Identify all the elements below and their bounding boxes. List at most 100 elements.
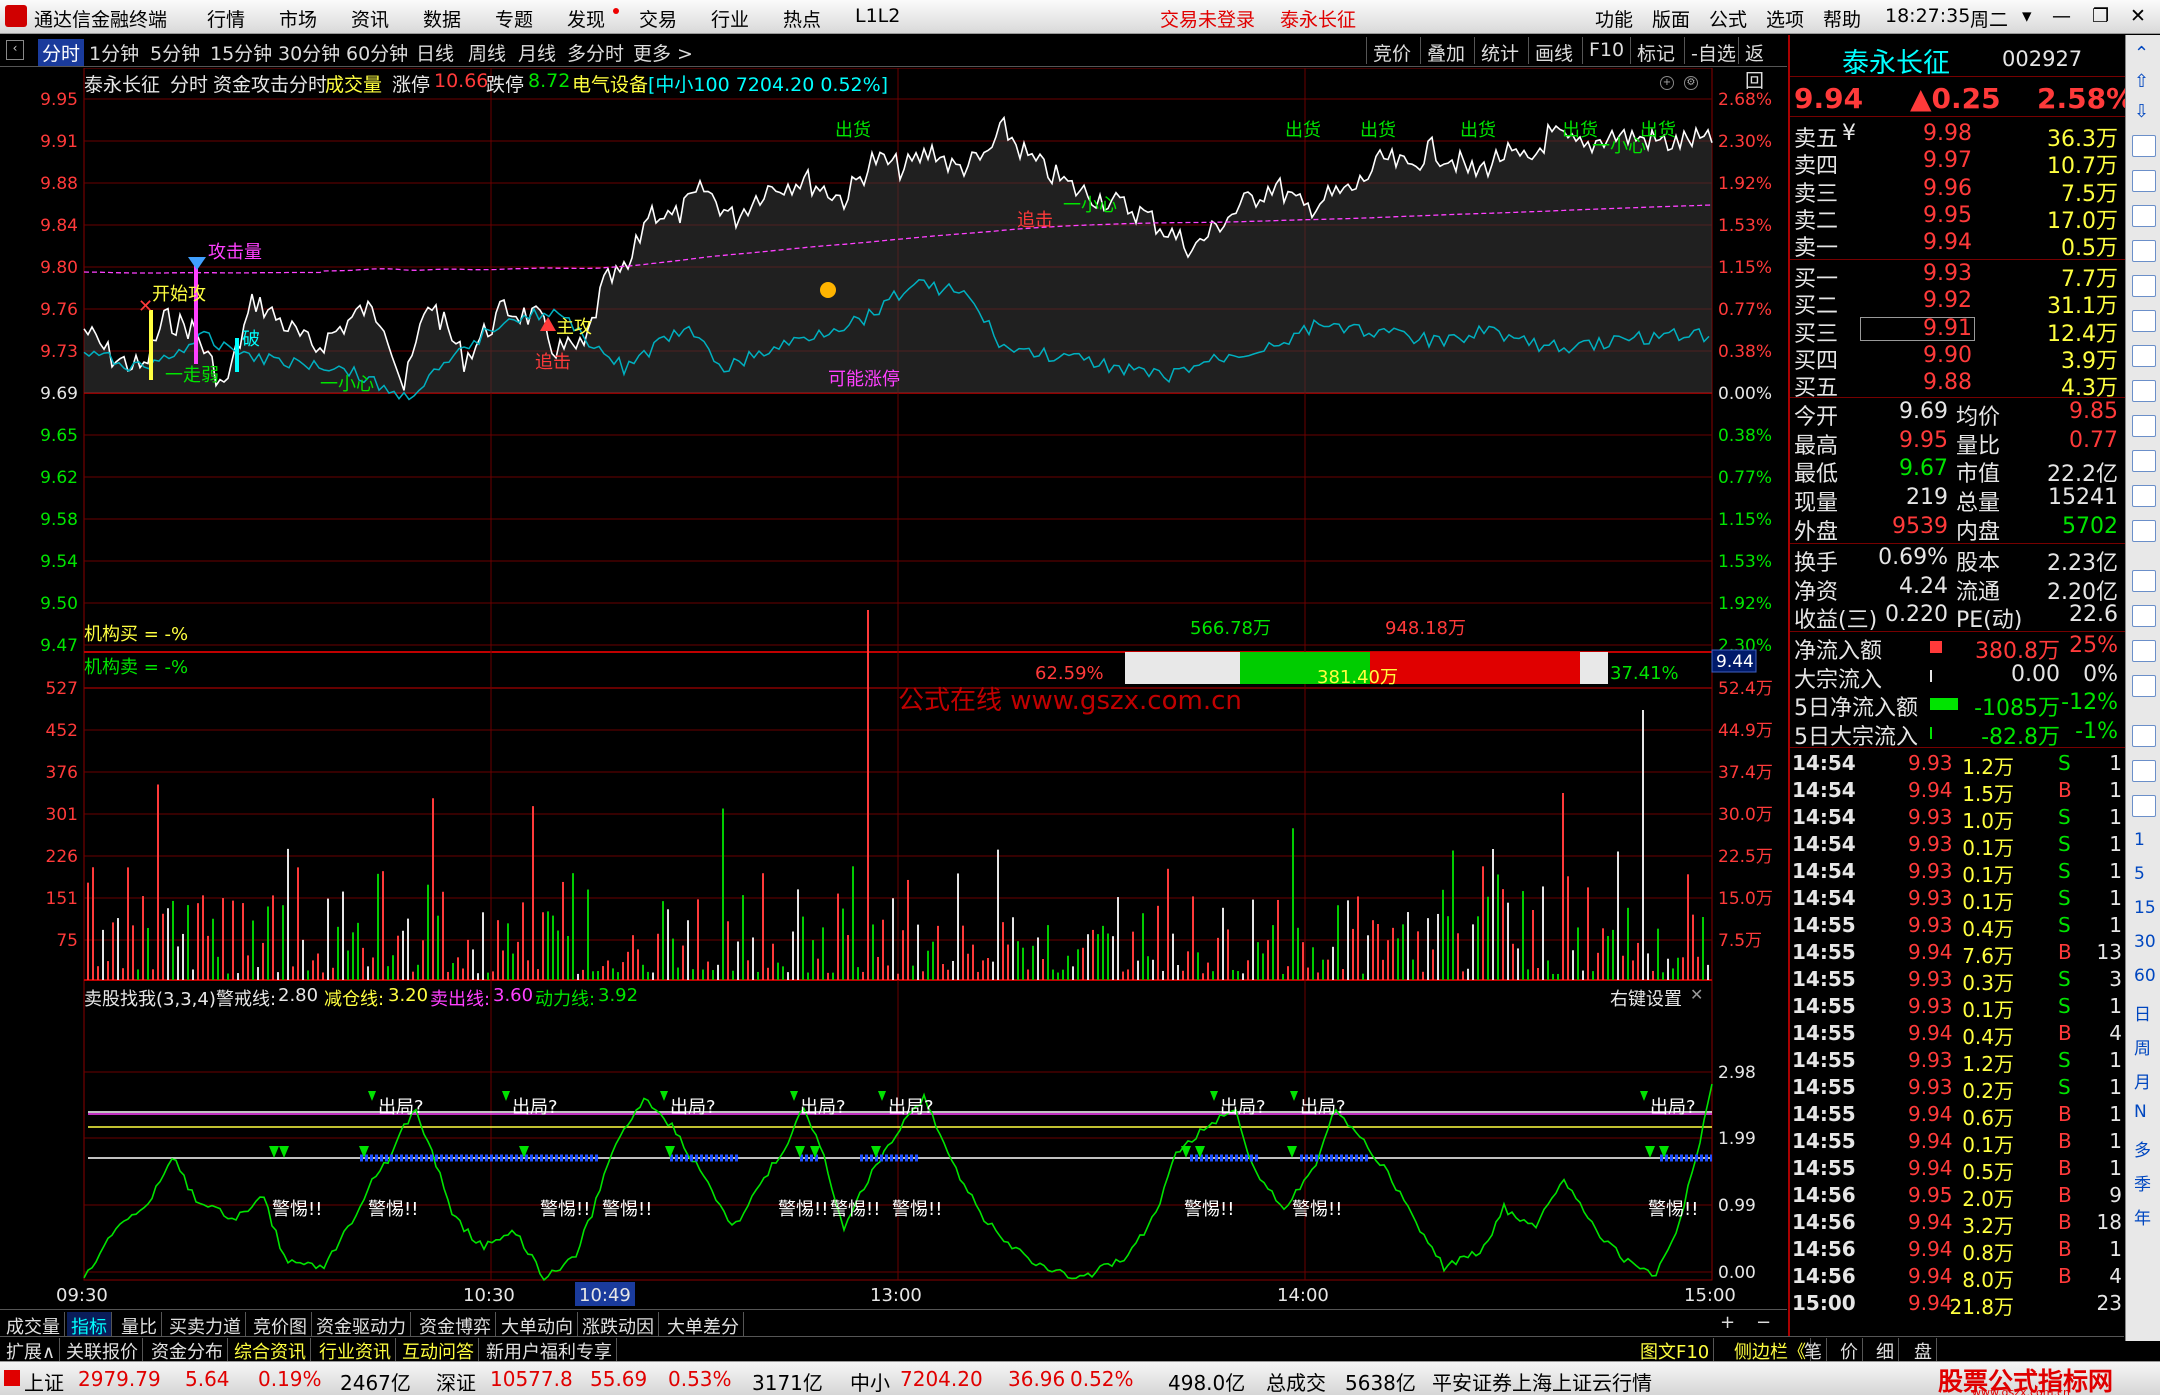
menu-item-redian[interactable]: 热点 [783, 5, 821, 32]
f5-icon[interactable] [2132, 725, 2156, 747]
collapse-left-icon[interactable]: ‹ [6, 40, 24, 60]
menu-item-hangqing[interactable]: 行情 [207, 5, 245, 32]
menu-item-zixun[interactable]: 资讯 [351, 5, 389, 32]
settings-icon[interactable]: ⚙ [1684, 76, 1698, 90]
indicator-tab-3[interactable]: 买卖力道 [165, 1312, 246, 1338]
restore-icon[interactable]: ❐ [2092, 5, 2109, 27]
side-period-11[interactable]: 年 [2134, 1204, 2151, 1229]
ask-row[interactable]: 卖四 9.97 10.7万 [1790, 148, 2126, 179]
indicator-close-icon[interactable]: ✕ [1690, 985, 1703, 1004]
tick-row[interactable]: 14:55 9.93 0.4万 S 1 [1790, 913, 2126, 941]
tool-biaoji[interactable]: 标记 [1630, 37, 1681, 65]
tick-row[interactable]: 14:56 9.94 3.2万 B 18 [1790, 1210, 2126, 1238]
period-tab-day[interactable]: 日线 [416, 39, 454, 66]
tick-row[interactable]: 14:56 9.94 0.8万 B 1 [1790, 1237, 2126, 1265]
period-tab-month[interactable]: 月线 [518, 39, 556, 66]
tick-row[interactable]: 14:54 9.93 1.0万 S 1 [1790, 805, 2126, 833]
sz-label[interactable]: 深证 [436, 1367, 476, 1395]
tick-row[interactable]: 14:55 9.93 1.2万 S 1 [1790, 1048, 2126, 1076]
news-icon[interactable] [2132, 380, 2156, 402]
minimize-icon[interactable]: — [2052, 5, 2071, 27]
menu-item-zhuanti[interactable]: 专题 [495, 5, 533, 32]
table-icon[interactable] [2132, 275, 2156, 297]
tick-row[interactable]: 14:54 9.93 1.2万 S 1 [1790, 751, 2126, 779]
menu-item-shuju[interactable]: 数据 [423, 5, 461, 32]
ask-row[interactable]: 卖五 ¥ 9.98 36.3万 [1790, 121, 2126, 152]
side-period-7[interactable]: 月 [2134, 1068, 2151, 1093]
tick-row[interactable]: 14:55 9.94 0.1万 B 1 [1790, 1129, 2126, 1157]
stock-title-link[interactable]: 泰永长征 [1280, 5, 1356, 32]
tool-huaxian[interactable]: 画线 [1528, 37, 1579, 65]
bid-row[interactable]: 买五 9.88 4.3万 [1790, 370, 2126, 401]
money-icon[interactable] [2132, 450, 2156, 472]
side-period-8[interactable]: N [2134, 1102, 2147, 1122]
indicator-tab-2[interactable]: 量比 [117, 1312, 162, 1338]
menu-item-gongneng[interactable]: 功能 [1595, 5, 1633, 32]
period-tab-30min[interactable]: 30分钟 [278, 39, 340, 66]
tick-row[interactable]: 14:54 9.93 0.1万 S 1 [1790, 832, 2126, 860]
period-tab-week[interactable]: 周线 [468, 39, 506, 66]
side-period-5[interactable]: 日 [2134, 1000, 2151, 1025]
kline-icon[interactable] [2132, 240, 2156, 262]
stack-icon[interactable] [2132, 795, 2156, 817]
bid-row[interactable]: 买三 9.91 12.4万 [1790, 316, 2126, 347]
tool-zixuan[interactable]: -自选 [1684, 37, 1742, 65]
tool-fanhui[interactable]: 返回 [1738, 37, 1787, 92]
menu-item-jiaoyi[interactable]: 交易 [639, 5, 677, 32]
add-pane-icon[interactable]: + [1720, 1312, 1735, 1333]
percent-icon[interactable] [2132, 640, 2156, 662]
menu-item-banmian[interactable]: 版面 [1652, 5, 1690, 32]
target-icon[interactable] [2132, 485, 2156, 507]
period-tab-more[interactable]: 更多 > [633, 39, 693, 66]
side-period-3[interactable]: 30 [2134, 932, 2156, 952]
tick-row[interactable]: 14:55 9.93 0.1万 S 1 [1790, 994, 2126, 1022]
indicator-tab-7[interactable]: 大单动向 [497, 1312, 578, 1338]
period-tab-1min[interactable]: 1分钟 [89, 39, 139, 66]
zx-label[interactable]: 中小 [850, 1367, 890, 1395]
side-period-4[interactable]: 60 [2134, 966, 2156, 986]
indicator-tab-9[interactable]: 大单差分 [663, 1312, 744, 1338]
menu-item-l1l2[interactable]: L1L2 [855, 5, 900, 27]
tick-row[interactable]: 14:56 9.95 2.0万 B 9 [1790, 1183, 2126, 1211]
side-period-10[interactable]: 季 [2134, 1170, 2151, 1195]
tick-row[interactable]: 15:00 9.94 21.8万 23 [1790, 1291, 2126, 1319]
list-icon[interactable] [2132, 170, 2156, 192]
bar-chart-icon[interactable] [2132, 520, 2156, 542]
tool-tongji[interactable]: 统计 [1474, 37, 1525, 65]
ask-row[interactable]: 卖三 9.96 7.5万 [1790, 176, 2126, 207]
menu-item-hangye[interactable]: 行业 [711, 5, 749, 32]
side-period-1[interactable]: 5 [2134, 864, 2145, 884]
remove-pane-icon[interactable]: − [1756, 1312, 1771, 1333]
period-tab-15min[interactable]: 15分钟 [210, 39, 272, 66]
indicator-tab-0[interactable]: 成交量 [2, 1312, 65, 1338]
collapse-icon[interactable]: ⌃ [2134, 43, 2149, 64]
tick-row[interactable]: 14:55 9.93 0.3万 S 3 [1790, 967, 2126, 995]
arrow-up-icon[interactable]: ⇧ [2134, 71, 2149, 92]
indicator-tab-1[interactable]: 指标 [67, 1312, 112, 1338]
zoom-in-icon[interactable]: + [1660, 76, 1674, 90]
indicator-tab-6[interactable]: 资金博弈 [415, 1312, 496, 1338]
refresh-icon[interactable] [2132, 760, 2156, 782]
indicator-settings[interactable]: 右键设置 [1610, 985, 1682, 1011]
tool-f10[interactable]: F10 [1582, 37, 1630, 64]
line-chart-icon[interactable] [2132, 205, 2156, 227]
tick-row[interactable]: 14:55 9.93 0.2万 S 1 [1790, 1075, 2126, 1103]
tick-row[interactable]: 14:54 9.94 1.5万 B 1 [1790, 778, 2126, 806]
compare-icon[interactable] [2132, 605, 2156, 627]
trade-login-status[interactable]: 交易未登录 [1160, 5, 1255, 32]
menu-dropdown-icon[interactable]: ▾ [2022, 5, 2032, 27]
layout-icon[interactable] [2132, 345, 2156, 367]
tick-row[interactable]: 14:54 9.93 0.1万 S 1 [1790, 886, 2126, 914]
indicator-tab-8[interactable]: 涨跌动因 [578, 1312, 659, 1338]
chart-canvas[interactable]: 9.95 2.68% 9.91 2.30% 9.88 1.92% 9.84 1.53% 9.80… [0, 68, 1787, 1308]
ask-row[interactable]: 卖一 9.94 0.5万 [1790, 230, 2126, 261]
server-name[interactable]: 平安证券上海上证云行情 [1432, 1367, 1652, 1395]
bid-row[interactable]: 买二 9.92 31.1万 [1790, 288, 2126, 319]
tick-row[interactable]: 14:54 9.93 0.1万 S 1 [1790, 859, 2126, 887]
period-tab-60min[interactable]: 60分钟 [346, 39, 408, 66]
menu-item-gongshi[interactable]: 公式 [1709, 5, 1747, 32]
side-period-6[interactable]: 周 [2134, 1034, 2151, 1059]
menu-item-bangzhu[interactable]: 帮助 [1823, 5, 1861, 32]
f10-icon[interactable] [2132, 310, 2156, 332]
f12-icon[interactable] [2132, 415, 2156, 437]
